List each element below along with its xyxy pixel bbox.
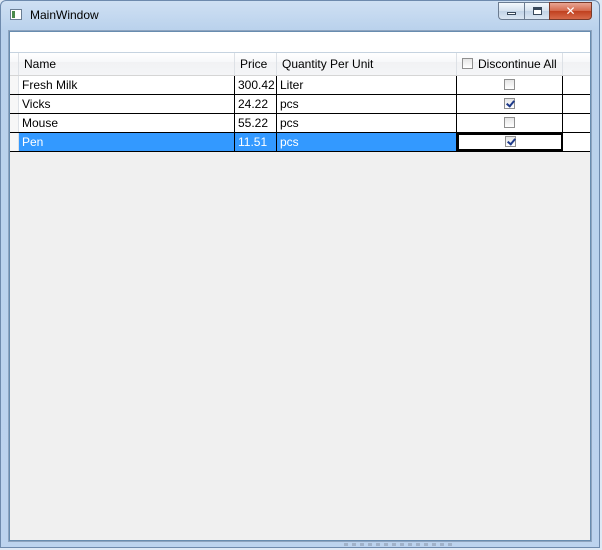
- window-title: MainWindow: [30, 8, 99, 22]
- column-header-discontinue[interactable]: Discontinue All: [457, 53, 563, 75]
- grid-top-strip: [10, 32, 590, 53]
- close-button[interactable]: [549, 2, 592, 20]
- discontinued-checkbox[interactable]: [504, 117, 515, 129]
- table-row[interactable]: Vicks 24.22 pcs: [10, 95, 590, 114]
- cell-name[interactable]: Mouse: [19, 114, 235, 132]
- column-header-price[interactable]: Price: [235, 53, 277, 75]
- cell-discontinued[interactable]: [457, 133, 563, 151]
- main-window: MainWindow Name Price Quantity Per Unit: [0, 0, 600, 548]
- cell-price[interactable]: 11.51: [235, 133, 277, 151]
- table-row[interactable]: Mouse 55.22 pcs: [10, 114, 590, 133]
- cell-name[interactable]: Vicks: [19, 95, 235, 113]
- title-bar[interactable]: MainWindow: [1, 1, 599, 31]
- cell-quantity[interactable]: pcs: [277, 95, 457, 113]
- grid-body: Fresh Milk 300.42 Liter Vicks 24.22 pcs: [10, 76, 590, 152]
- discontinue-all-checkbox[interactable]: [462, 58, 473, 69]
- discontinued-checkbox[interactable]: [504, 136, 516, 148]
- cell-discontinued[interactable]: [457, 76, 563, 94]
- cell-price[interactable]: 55.22: [235, 114, 277, 132]
- minimize-button[interactable]: [498, 2, 524, 20]
- cell-filler: [563, 95, 590, 113]
- products-data-grid[interactable]: Name Price Quantity Per Unit Discontinue…: [9, 31, 591, 541]
- column-header-filler: [563, 53, 590, 75]
- cell-discontinued[interactable]: [457, 95, 563, 113]
- window-client-area: Name Price Quantity Per Unit Discontinue…: [8, 30, 592, 542]
- resize-grip[interactable]: [344, 543, 456, 546]
- app-window-icon[interactable]: [10, 9, 22, 20]
- caption-buttons: [498, 2, 592, 20]
- cell-price[interactable]: 300.42: [235, 76, 277, 94]
- discontinue-all-label: Discontinue All: [478, 57, 557, 71]
- row-header-corner[interactable]: [10, 53, 19, 75]
- column-header-price-label: Price: [240, 57, 268, 71]
- cell-filler: [563, 114, 590, 132]
- discontinued-checkbox[interactable]: [504, 79, 515, 91]
- discontinued-checkbox[interactable]: [504, 98, 515, 110]
- maximize-button[interactable]: [524, 2, 549, 20]
- grid-header-row: Name Price Quantity Per Unit Discontinue…: [10, 53, 590, 76]
- column-header-quantity[interactable]: Quantity Per Unit: [277, 53, 457, 75]
- row-header[interactable]: [10, 133, 19, 151]
- cell-quantity[interactable]: Liter: [277, 76, 457, 94]
- table-row[interactable]: Pen 11.51 pcs: [10, 133, 590, 152]
- cell-name[interactable]: Fresh Milk: [19, 76, 235, 94]
- row-header[interactable]: [10, 95, 19, 113]
- row-header[interactable]: [10, 114, 19, 132]
- cell-filler: [563, 133, 590, 151]
- table-row[interactable]: Fresh Milk 300.42 Liter: [10, 76, 590, 95]
- column-header-name[interactable]: Name: [19, 53, 235, 75]
- cell-discontinued[interactable]: [457, 114, 563, 132]
- row-header[interactable]: [10, 76, 19, 94]
- cell-quantity[interactable]: pcs: [277, 133, 457, 151]
- cell-quantity[interactable]: pcs: [277, 114, 457, 132]
- cell-price[interactable]: 24.22: [235, 95, 277, 113]
- cell-name[interactable]: Pen: [19, 133, 235, 151]
- cell-filler: [563, 76, 590, 94]
- column-header-quantity-label: Quantity Per Unit: [282, 57, 374, 71]
- column-header-name-label: Name: [24, 57, 57, 71]
